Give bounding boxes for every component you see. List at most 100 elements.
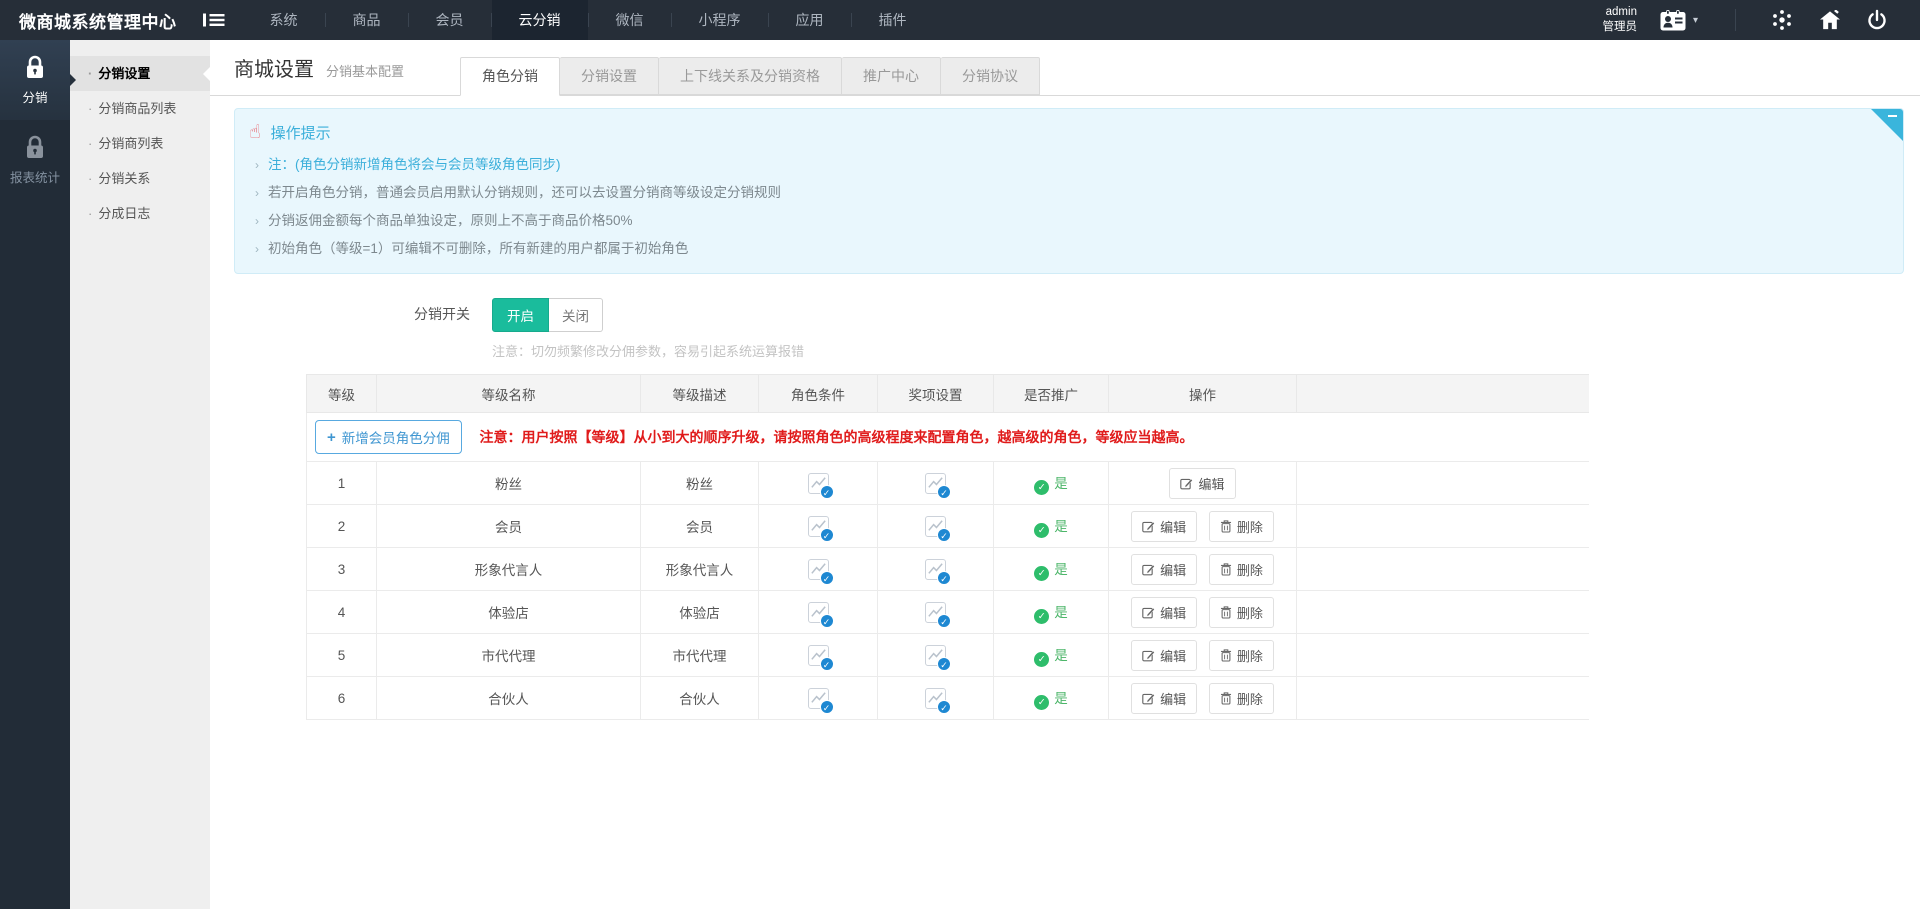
sidebar-collapse-button[interactable] (203, 11, 225, 29)
edit-button[interactable]: 编辑 (1131, 683, 1197, 714)
nav-item-member[interactable]: 会员 (409, 0, 491, 40)
nav-item-apps[interactable]: 应用 (769, 0, 851, 40)
delete-button[interactable]: 删除 (1209, 554, 1274, 585)
tips-item: ›注：(角色分销新增角色将会与会员等级角色同步) (249, 149, 1885, 177)
trash-icon (1220, 649, 1232, 662)
edit-button[interactable]: 编辑 (1131, 511, 1197, 542)
col-empty (1297, 375, 1589, 413)
table-row: 6 合伙人 合伙人 ✓ ✓ ✓是 编辑 (307, 677, 1589, 720)
col-name: 等级名称 (377, 375, 641, 413)
user-profile-button[interactable]: ▾ (1660, 10, 1698, 31)
nav-item-plugins[interactable]: 插件 (852, 0, 934, 40)
check-badge-icon: ✓ (820, 614, 834, 628)
delete-button-label: 删除 (1237, 689, 1263, 708)
cell-name: 体验店 (377, 591, 641, 634)
role-condition-icon[interactable]: ✓ (808, 602, 829, 623)
breadcrumb: 商城设置 分销基本配置 (234, 53, 404, 95)
col-desc: 等级描述 (641, 375, 759, 413)
submenu-item-distribution-settings[interactable]: ·分销设置 (70, 56, 210, 91)
nav-item-distribution[interactable]: 云分销 (492, 0, 588, 40)
role-condition-icon[interactable]: ✓ (808, 516, 829, 537)
logout-button[interactable] (1867, 9, 1887, 31)
delete-button[interactable]: 删除 (1209, 683, 1274, 714)
pencil-icon (1142, 606, 1155, 619)
bullet-dot: · (88, 136, 92, 151)
switch-on-button[interactable]: 开启 (492, 298, 549, 332)
top-navbar: 微商城系统管理中心 系统 商品 会员 云分销 微信 小程序 应用 插件 admi… (0, 0, 1920, 40)
submenu-item-distribution-relations[interactable]: ·分销关系 (70, 161, 210, 196)
main-menu: 系统 商品 会员 云分销 微信 小程序 应用 插件 (243, 0, 934, 40)
delete-button-label: 删除 (1237, 603, 1263, 622)
nav-item-goods[interactable]: 商品 (326, 0, 408, 40)
award-settings-icon[interactable]: ✓ (925, 688, 946, 709)
check-badge-icon: ✓ (820, 528, 834, 542)
tips-collapse-button[interactable] (1871, 109, 1903, 141)
role-condition-icon[interactable]: ✓ (808, 473, 829, 494)
award-settings-icon[interactable]: ✓ (925, 559, 946, 580)
edit-button[interactable]: 编辑 (1131, 640, 1197, 671)
id-card-icon (1660, 10, 1686, 31)
tab-role-distribution[interactable]: 角色分销 (460, 57, 560, 96)
role-table-body: + 新增会员角色分佣 注意：用户按照【等级】从小到大的顺序升级，请按照角色的高级… (307, 413, 1589, 720)
submenu-item-commission-log[interactable]: ·分成日志 (70, 196, 210, 231)
check-badge-icon: ✓ (820, 485, 834, 499)
cell-level: 5 (307, 634, 377, 677)
cell-desc: 市代代理 (641, 634, 759, 677)
tips-item: ›初始角色（等级=1）可编辑不可删除，所有新建的用户都属于初始角色 (249, 233, 1885, 261)
pencil-icon (1142, 692, 1155, 705)
submenu-item-distributor-list[interactable]: ·分销商列表 (70, 126, 210, 161)
rail-item-distribution[interactable]: 分销 (0, 40, 70, 120)
tab-distribution-agreement[interactable]: 分销协议 (941, 57, 1040, 95)
user-name: admin (1602, 5, 1637, 20)
nav-item-system[interactable]: 系统 (243, 0, 325, 40)
modules-button[interactable] (1771, 9, 1793, 31)
nav-item-wechat[interactable]: 微信 (589, 0, 671, 40)
promote-label: 是 (1054, 648, 1068, 663)
award-settings-icon[interactable]: ✓ (925, 516, 946, 537)
tab-upline-downline[interactable]: 上下线关系及分销资格 (659, 57, 842, 95)
switch-note: 注意：切勿频繁修改分佣参数，容易引起系统运算报错 (492, 341, 804, 360)
role-condition-icon[interactable]: ✓ (808, 688, 829, 709)
edit-button[interactable]: 编辑 (1131, 597, 1197, 628)
delete-button[interactable]: 删除 (1209, 597, 1274, 628)
role-condition-icon[interactable]: ✓ (808, 645, 829, 666)
delete-button[interactable]: 删除 (1209, 511, 1274, 542)
award-settings-icon[interactable]: ✓ (925, 645, 946, 666)
edit-button[interactable]: 编辑 (1131, 554, 1197, 585)
green-check-icon: ✓ (1034, 609, 1049, 624)
nav-vertical-divider (1735, 9, 1736, 31)
tab-promotion-center[interactable]: 推广中心 (842, 57, 941, 95)
cell-name: 市代代理 (377, 634, 641, 677)
rail-item-reports[interactable]: 报表统计 (0, 120, 70, 200)
trash-icon (1220, 692, 1232, 705)
check-badge-icon: ✓ (820, 657, 834, 671)
cell-level: 2 (307, 505, 377, 548)
pencil-icon (1142, 563, 1155, 576)
promote-label: 是 (1054, 605, 1068, 620)
edit-button[interactable]: 编辑 (1169, 468, 1235, 499)
home-button[interactable] (1819, 10, 1841, 30)
role-condition-icon[interactable]: ✓ (808, 559, 829, 580)
check-badge-icon: ✓ (937, 614, 951, 628)
col-promote: 是否推广 (994, 375, 1109, 413)
delete-button[interactable]: 删除 (1209, 640, 1274, 671)
award-settings-icon[interactable]: ✓ (925, 473, 946, 494)
switch-group: 开启 关闭 (492, 298, 804, 332)
tab-distribution-settings[interactable]: 分销设置 (560, 57, 659, 95)
user-role: 管理员 (1602, 20, 1637, 35)
cell-name: 粉丝 (377, 462, 641, 505)
page-title: 商城设置 (234, 53, 314, 82)
nav-item-miniprogram[interactable]: 小程序 (672, 0, 768, 40)
switch-off-button[interactable]: 关闭 (549, 298, 603, 332)
distribution-switch-row: 分销开关 开启 关闭 注意：切勿频繁修改分佣参数，容易引起系统运算报错 (414, 298, 1904, 360)
table-row: 4 体验店 体验店 ✓ ✓ ✓是 编辑 (307, 591, 1589, 634)
add-role-button[interactable]: + 新增会员角色分佣 (315, 420, 462, 454)
submenu-item-distribution-goods[interactable]: ·分销商品列表 (70, 91, 210, 126)
cell-name: 形象代言人 (377, 548, 641, 591)
check-badge-icon: ✓ (937, 485, 951, 499)
bullet-dot: · (88, 101, 92, 116)
tips-list: ›注：(角色分销新增角色将会与会员等级角色同步) ›若开启角色分销，普通会员启用… (249, 149, 1885, 261)
award-settings-icon[interactable]: ✓ (925, 602, 946, 623)
delete-button-label: 删除 (1237, 560, 1263, 579)
col-actions: 操作 (1109, 375, 1297, 413)
